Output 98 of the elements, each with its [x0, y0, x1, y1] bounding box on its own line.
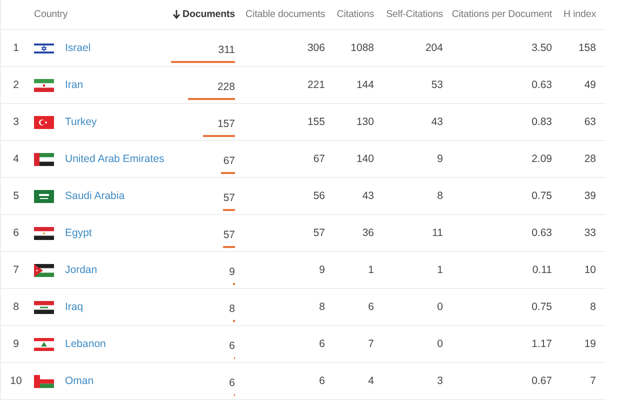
table-cell: 56: [313, 190, 325, 202]
table-cell: 1088: [350, 42, 374, 54]
rank-cell: 4: [13, 153, 19, 165]
table-cell: 8: [229, 302, 235, 314]
flag-icon: [34, 374, 54, 388]
flag-icon: [34, 78, 54, 92]
country-link[interactable]: Israel: [58, 42, 91, 54]
table-cell: 36: [362, 227, 374, 239]
column-header[interactable]: Documents: [172, 9, 235, 20]
column-header[interactable]: Country: [31, 9, 68, 20]
column-header[interactable]: Citations per Document: [452, 9, 552, 20]
country-link[interactable]: Jordan: [58, 264, 98, 276]
country-link[interactable]: Turkey: [58, 116, 97, 128]
table-cell: 221: [307, 79, 325, 91]
table-cell: 0: [437, 338, 443, 350]
table-cell: 6: [319, 338, 325, 350]
table-cell: 57: [313, 227, 325, 239]
rank-cell: 8: [13, 301, 19, 313]
table-cell: 8: [437, 190, 443, 202]
flag-icon: [34, 226, 54, 240]
table-cell: 0: [437, 301, 443, 313]
table-cell: 0.67: [532, 375, 552, 387]
table-cell: 57: [223, 228, 235, 240]
table-cell: 0.75: [532, 190, 552, 202]
table-cell: 1: [437, 264, 443, 276]
rank-cell: 6: [13, 227, 19, 239]
table-cell: 53: [431, 79, 443, 91]
table-cell: 144: [356, 79, 374, 91]
table-cell: 39: [584, 190, 596, 202]
table-cell: 49: [584, 79, 596, 91]
rank-cell: 9: [13, 338, 19, 350]
flag-icon: [34, 116, 54, 128]
table-cell: 6: [229, 340, 235, 352]
flag-icon: [34, 42, 54, 54]
table-cell: 6: [368, 301, 374, 313]
table-cell: 1: [368, 264, 374, 276]
table-cell: 11: [432, 227, 443, 239]
table-cell: 7: [590, 375, 596, 387]
rank-cell: 5: [13, 190, 19, 202]
table-cell: 33: [584, 227, 596, 239]
country-link[interactable]: Iran: [58, 79, 84, 91]
table-cell: 57: [223, 192, 235, 204]
table-cell: 6: [229, 376, 235, 388]
table-cell: 28: [584, 153, 596, 165]
table-cell: 2.09: [532, 153, 552, 165]
table-cell: 228: [217, 80, 235, 92]
down-arrow-icon: [172, 10, 180, 19]
table-cell: 0.83: [532, 116, 552, 128]
table-cell: 3: [437, 375, 443, 387]
table-cell: 1.17: [532, 338, 552, 350]
table-cell: 67: [223, 154, 235, 166]
table-cell: 306: [307, 42, 325, 54]
table-cell: 140: [356, 153, 374, 165]
rank-cell: 1: [13, 42, 19, 54]
table-cell: 67: [313, 153, 325, 165]
rank-cell: 2: [13, 79, 19, 91]
country-link[interactable]: Oman: [58, 375, 94, 387]
flag-icon: [34, 338, 54, 350]
column-header[interactable]: Citations: [336, 9, 374, 20]
rank-cell: 10: [10, 375, 22, 387]
table-cell: 130: [356, 116, 374, 128]
table-cell: 0.63: [532, 79, 552, 91]
table-cell: 9: [229, 266, 235, 278]
country-link[interactable]: Egypt: [58, 227, 92, 239]
flag-icon: [34, 190, 54, 202]
table-cell: 0.75: [532, 301, 552, 313]
flag-icon: [34, 300, 54, 314]
country-link[interactable]: Saudi Arabia: [58, 190, 125, 202]
table-cell: 0.11: [532, 264, 552, 276]
table-cell: 157: [217, 118, 235, 130]
table-cell: 63: [584, 116, 596, 128]
table-cell: 204: [425, 42, 443, 54]
table-cell: 0.63: [532, 227, 552, 239]
table-cell: 19: [584, 338, 596, 350]
table-cell: 43: [362, 190, 374, 202]
rank-cell: 7: [13, 264, 19, 276]
country-link[interactable]: Lebanon: [58, 338, 106, 350]
flag-icon: [34, 264, 54, 276]
country-link[interactable]: Iraq: [58, 301, 84, 313]
table-cell: 43: [431, 116, 443, 128]
table-cell: 311: [218, 44, 235, 56]
table-cell: 3.50: [532, 42, 552, 54]
country-link[interactable]: United Arab Emirates: [58, 153, 164, 165]
rank-cell: 3: [13, 116, 19, 128]
table-cell: 6: [319, 375, 325, 387]
table-cell: 155: [307, 116, 325, 128]
table-cell: 7: [368, 338, 374, 350]
column-header[interactable]: Self-Citations: [386, 9, 443, 20]
column-header[interactable]: H index: [563, 9, 596, 20]
table-cell: 10: [584, 264, 596, 276]
table-cell: 9: [437, 153, 443, 165]
table-cell: 9: [319, 264, 325, 276]
flag-icon: [34, 152, 54, 166]
column-header[interactable]: Citable documents: [246, 9, 325, 20]
table-cell: 4: [368, 375, 374, 387]
table-cell: 158: [578, 42, 596, 54]
table-cell: 8: [319, 301, 325, 313]
table-cell: 8: [590, 301, 596, 313]
